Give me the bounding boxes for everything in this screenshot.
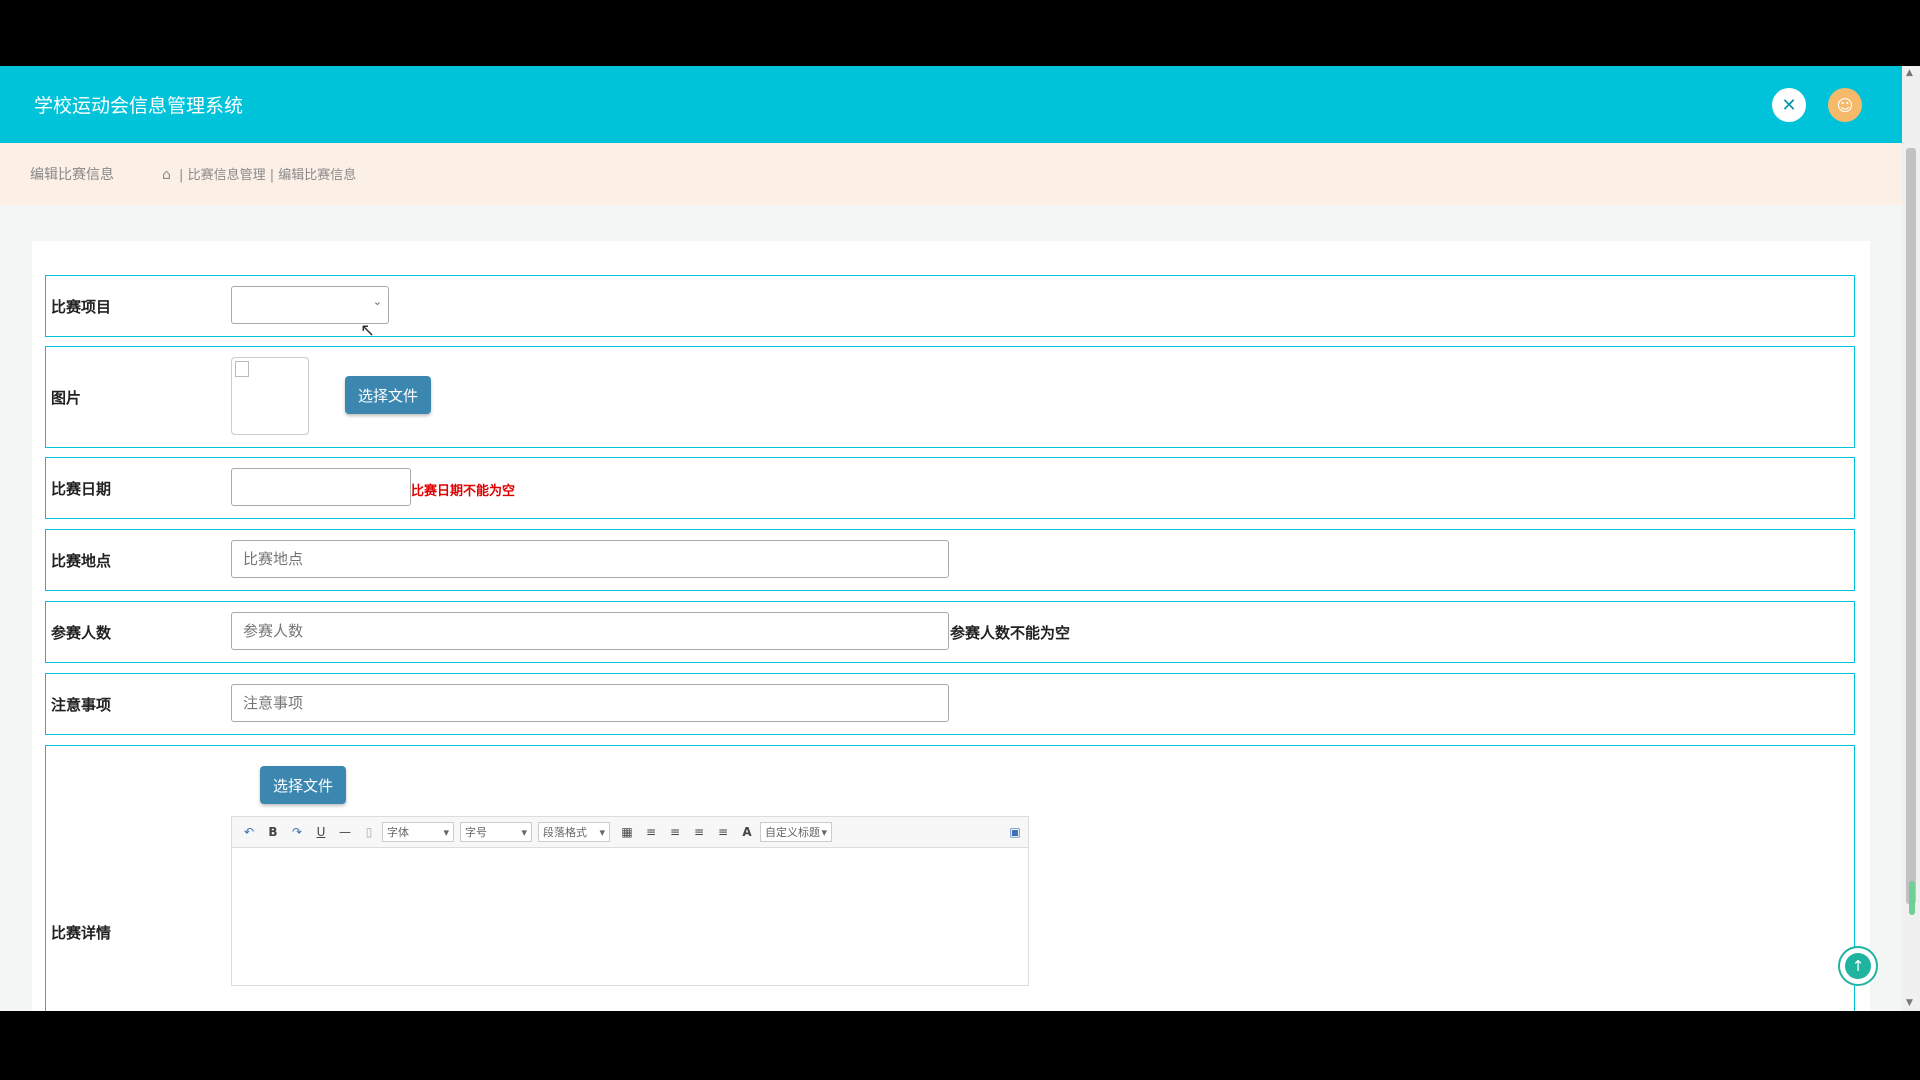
date-error: 比赛日期不能为空 — [411, 484, 516, 499]
details-label: 比赛详情 — [51, 924, 112, 942]
chevron-down-icon: ⌄ — [372, 295, 382, 308]
back-to-top-button: ↑ — [1845, 953, 1871, 979]
page-scrollbar[interactable]: ▲ ▼ — [1902, 66, 1920, 1011]
participants-error: 参赛人数不能为空 — [950, 624, 1071, 642]
font-size-label: 字号 — [465, 826, 487, 839]
image-preview — [231, 357, 309, 435]
participants-label: 参赛人数 — [51, 624, 112, 642]
image-upload-button[interactable]: 选择文件 — [345, 376, 431, 414]
breadcrumb-separator: | — [179, 168, 184, 183]
form-row-image: 图片 选择文件 — [45, 346, 1855, 448]
align-left-icon[interactable]: ≡ — [644, 825, 658, 839]
redo-icon[interactable]: ↷ — [290, 825, 304, 839]
align-center-icon[interactable]: ≡ — [668, 825, 682, 839]
side-indicator — [1909, 881, 1915, 915]
font-family-dropdown[interactable]: 字体 ▾ — [382, 822, 454, 842]
project-label: 比赛项目 — [51, 298, 112, 316]
form-row-project: 比赛项目 ⌄ — [45, 275, 1855, 337]
broken-image-icon — [235, 361, 249, 377]
date-input[interactable] — [231, 468, 411, 506]
scrollbar-thumb[interactable] — [1906, 148, 1916, 904]
dropdown-arrow-icon: ▾ — [821, 825, 827, 839]
breadcrumb-item-edit-match: 编辑比赛信息 — [278, 168, 357, 183]
form-row-location: 比赛地点 — [45, 529, 1855, 591]
details-upload-button[interactable]: 选择文件 — [260, 766, 346, 804]
notes-input[interactable] — [231, 684, 949, 722]
custom-title-label: 自定义标题 — [765, 826, 820, 839]
location-input[interactable] — [231, 540, 949, 578]
browser-viewport: 学校运动会信息管理系统 ✕ ☺ 编辑比赛信息 ⌂ | 比赛信息管理 | 编辑比赛… — [0, 66, 1920, 1011]
justify-icon[interactable]: ≡ — [716, 825, 730, 839]
paragraph-format-dropdown[interactable]: 段落格式 ▾ — [538, 822, 610, 842]
horizontal-rule-icon[interactable]: — — [338, 825, 352, 839]
arrow-up-icon[interactable]: ↑ — [1838, 946, 1878, 986]
breadcrumb-bar: 编辑比赛信息 ⌂ | 比赛信息管理 | 编辑比赛信息 — [0, 143, 1902, 205]
undo-icon[interactable]: ↶ — [242, 825, 256, 839]
mouse-cursor-icon: ↖ — [360, 320, 376, 341]
date-label: 比赛日期 — [51, 480, 112, 498]
location-label: 比赛地点 — [51, 552, 112, 570]
align-right-icon[interactable]: ≡ — [692, 825, 706, 839]
form-row-details: 比赛详情 选择文件 ↶ B ↷ U — ▯ 字体 ▾ 字号 ▾ 段落格式 ▾ ▦… — [45, 745, 1855, 1011]
font-color-icon[interactable]: A — [740, 825, 754, 839]
app-header: 学校运动会信息管理系统 ✕ ☺ — [0, 66, 1902, 143]
breadcrumb-separator: | — [269, 168, 275, 183]
breadcrumb-item-match-management[interactable]: 比赛信息管理 — [188, 168, 266, 183]
custom-title-dropdown[interactable]: 自定义标题 ▾ — [760, 822, 832, 842]
paragraph-format-label: 段落格式 — [543, 826, 587, 839]
form-row-participants: 参赛人数 参赛人数不能为空 — [45, 601, 1855, 663]
font-family-label: 字体 — [387, 826, 409, 839]
form-row-date: 比赛日期 比赛日期不能为空 — [45, 457, 1855, 519]
user-avatar-icon[interactable]: ☺ — [1828, 88, 1862, 122]
app-title: 学校运动会信息管理系统 — [34, 95, 244, 117]
page-title: 编辑比赛信息 — [30, 167, 114, 183]
notes-label: 注意事项 — [51, 696, 112, 714]
fullscreen-close-icon[interactable]: ✕ — [1772, 88, 1806, 122]
editor-toolbar: ↶ B ↷ U — ▯ 字体 ▾ 字号 ▾ 段落格式 ▾ ▦ ≡ ≡ ≡ ≡ A… — [232, 817, 1028, 848]
image-label: 图片 — [51, 389, 82, 407]
table-icon[interactable]: ▦ — [620, 825, 634, 839]
dropdown-arrow-icon: ▾ — [521, 825, 527, 839]
dropdown-arrow-icon: ▾ — [443, 825, 449, 839]
page-break-icon[interactable]: ▯ — [362, 825, 376, 839]
project-select[interactable]: ⌄ — [231, 286, 389, 324]
scroll-down-icon[interactable]: ▼ — [1906, 998, 1913, 1008]
breadcrumb: ⌂ | 比赛信息管理 | 编辑比赛信息 — [162, 164, 356, 183]
participants-input[interactable] — [231, 612, 949, 650]
dropdown-arrow-icon: ▾ — [599, 825, 605, 839]
scroll-up-icon[interactable]: ▲ — [1906, 68, 1913, 78]
edit-match-form: 比赛项目 ⌄ 图片 选择文件 比赛日期 比赛日期不能为空 比赛地点 比赛地点 参… — [32, 241, 1870, 1011]
form-row-notes: 注意事项 — [45, 673, 1855, 735]
home-icon[interactable]: ⌂ — [162, 167, 171, 183]
underline-button[interactable]: U — [314, 825, 328, 839]
fullscreen-icon[interactable]: ▣ — [1008, 825, 1022, 839]
bold-button[interactable]: B — [266, 825, 280, 839]
rich-text-editor[interactable]: ↶ B ↷ U — ▯ 字体 ▾ 字号 ▾ 段落格式 ▾ ▦ ≡ ≡ ≡ ≡ A… — [231, 816, 1029, 986]
font-size-dropdown[interactable]: 字号 ▾ — [460, 822, 532, 842]
